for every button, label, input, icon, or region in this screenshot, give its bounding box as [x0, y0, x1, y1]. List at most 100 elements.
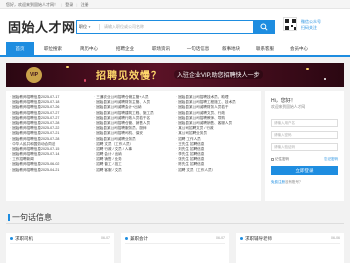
register-link[interactable]: 注册 — [81, 2, 89, 7]
oneline-card[interactable]: 求职辅导老师 06-06 — [236, 233, 344, 263]
card-date: 06-07 — [216, 236, 225, 240]
nav-item-resumes[interactable]: 简历中心 — [74, 42, 104, 55]
header: 固始人才网 职位▼ 请输入职位或公司名称 微信公众号 扫码关注 — [0, 9, 350, 42]
news-item-text: 固始县某公司招聘司机、保安 — [96, 131, 143, 136]
login-greeting: Hi，您好！ — [271, 98, 296, 104]
login-button[interactable]: 立即登录 — [271, 166, 338, 175]
search-icon — [259, 22, 268, 31]
remember-checkbox[interactable]: 记住密码 — [271, 157, 289, 162]
vip-badge-icon: VIP — [26, 67, 42, 83]
banner-subtitle: 入驻企业VIP,助您招聘快人一步 — [174, 70, 263, 79]
wechat-info: 微信公众号 扫码关注 — [301, 19, 321, 31]
news-column-3: ·固始县某公司招聘技术员、助理 ·固始县某公司招聘工程施工、技术员 ·固始县某公司诚… — [176, 95, 236, 173]
card-divider — [125, 243, 225, 244]
news-item-text: 固始教师招聘信息2025-07-22 — [12, 126, 60, 131]
news-item[interactable]: ·固始教师招聘信息2025-04-21 — [10, 168, 59, 173]
register-prompt: 免费注册没有账号？ — [271, 180, 303, 185]
banner-headline: 招聘见效慢？ — [96, 71, 162, 82]
divider: | — [61, 2, 63, 7]
forgot-password-link[interactable]: 忘记密码 — [324, 157, 338, 162]
search-button[interactable] — [252, 19, 275, 34]
news-item-text: 招聘 会计 / 出纳 — [96, 152, 122, 157]
oneline-card[interactable]: 求职司机 06-07 — [6, 233, 114, 263]
nav-item-plots[interactable]: 叙事地块 — [216, 42, 246, 55]
search-input[interactable]: 请输入职位或公司名称 — [104, 24, 144, 30]
news-item-text: 固始教师招聘信息2025-07-15 — [12, 146, 60, 151]
news-item-text: 招聘 文员（工作人员） — [96, 141, 134, 146]
card-title: 求职辅导老师 — [245, 235, 272, 241]
confetti-decoration — [66, 66, 69, 68]
news-item-text: 固始县某公司诚聘财务主管、人员 — [96, 100, 151, 105]
news-item-text: 中华人民共和国劳动合同法 — [12, 141, 56, 146]
card-divider — [240, 243, 340, 244]
news-item-text: 某公司招聘文员 / 行政 — [178, 126, 214, 131]
site-logo[interactable]: 固始人才网 — [8, 17, 76, 36]
news-item-text: 固始教师招聘信息2025-07-14 — [12, 152, 60, 157]
nav-item-home[interactable]: 首页 — [6, 42, 34, 55]
bullet-icon — [125, 237, 128, 240]
news-column-1: ·固始教师招聘信息2025-07-17 ·固始教师招聘信息2025-07-18 ·固… — [10, 95, 59, 173]
card-title: 兼职会计 — [130, 235, 148, 241]
news-item-text: 固始县某公司诚聘销售、客服人员 — [178, 120, 233, 125]
register-link[interactable]: 免费注册 — [271, 180, 285, 184]
section-title-text: 一句话信息 — [12, 213, 52, 222]
section-divider — [6, 223, 344, 224]
login-link[interactable]: 登录 — [65, 2, 73, 7]
news-item-text: 招聘 普工 / 技工 — [96, 162, 122, 167]
card-date: 06-06 — [331, 236, 340, 240]
news-item-text: 固始县某公司招聘服务员、厨师 — [96, 126, 147, 131]
news-item-text: 工作招聘新闻 — [12, 157, 34, 162]
remember-label: 记住密码 — [275, 157, 289, 161]
news-item-text: 固始县某公司招聘技术员、助理 — [178, 95, 229, 99]
oneline-card[interactable]: 兼职会计 06-07 — [121, 233, 229, 263]
news-item-text: 李先生 招聘信息 — [178, 152, 205, 157]
nav-item-oneline[interactable]: 一句话信息 — [182, 42, 214, 55]
news-item-text: 王先生 招聘信息 — [178, 141, 205, 146]
nav-item-companies[interactable]: 招聘企业 — [110, 42, 140, 55]
captcha-field[interactable]: 请输入验证码 — [271, 143, 338, 151]
bullet-icon — [240, 237, 243, 240]
search-divider — [99, 24, 100, 30]
news-item[interactable]: ·招聘 文员（工作人员） — [176, 168, 236, 173]
main-nav: 首页 职位搜索 简历中心 招聘企业 职场资讯 一句话信息 叙事地块 联系客服 会… — [0, 42, 350, 57]
qr-code-icon — [283, 17, 297, 31]
login-welcome: 欢迎来到固始人才网 — [271, 105, 306, 109]
news-item-text: 固始县某公司诚聘业务员 — [96, 136, 136, 141]
news-panel: ·固始教师招聘信息2025-07-17 ·固始教师招聘信息2025-07-18 ·固… — [6, 91, 261, 201]
register-prefix: 没有账号？ — [285, 180, 303, 184]
vip-banner[interactable]: VIP 招聘见效慢？ 入驻企业VIP,助您招聘快人一步 — [6, 63, 344, 87]
checkbox-icon — [271, 157, 274, 161]
news-item-text: 刘先生 招聘信息 — [178, 146, 205, 151]
news-item-text: 某公司招聘业务员 — [178, 131, 207, 136]
news-item-text: 固始县某公司招聘仓管、销售人员 — [96, 120, 151, 125]
username-field[interactable]: 请输入用户名 — [271, 119, 338, 127]
password-field[interactable]: 请输入密码 — [271, 131, 338, 139]
nav-item-contact[interactable]: 联系客服 — [250, 42, 280, 55]
news-item-text: 固始教师招聘信息2025-07-27 — [12, 115, 60, 120]
login-panel: Hi，您好！ 欢迎来到固始人才网 请输入用户名 请输入密码 请输入验证码 记住密… — [265, 91, 344, 201]
news-item-text: 固始教师招聘信息2025-04-21 — [12, 167, 60, 172]
news-item-text: 招聘 工作人员 — [178, 136, 201, 141]
news-item-text: 招聘 销售 / 业务 — [96, 157, 122, 162]
divider: | — [76, 2, 78, 7]
news-item-text: 固始县某公司诚聘行政人员若干名 — [96, 115, 151, 120]
news-item-text: 固始教师招聘信息2025-07-26 — [12, 105, 60, 110]
wechat-line2: 扫码关注 — [301, 25, 317, 30]
confetti-decoration — [306, 68, 309, 70]
greeting-text: 您好，欢迎来到固始人才网！ — [6, 2, 58, 7]
news-item-text: 固始县某公司招聘教师、导购 — [178, 115, 225, 120]
oneline-cards: 求职司机 06-07 兼职会计 06-07 求职辅导老师 06-06 — [6, 233, 344, 263]
nav-item-news[interactable]: 职场资讯 — [146, 42, 176, 55]
news-item-text: 固始教师招聘信息2025-06-02 — [12, 162, 60, 167]
news-item-text: 招聘 行政 / 文员 / 人事 — [96, 146, 132, 151]
news-item-text: 固始教师招聘信息2025-07-17 — [12, 95, 60, 99]
card-divider — [10, 243, 110, 244]
news-item-text: 固始教师招聘信息2025-07-28 — [12, 136, 60, 141]
news-item-text: 招聘 文员（工作人员） — [178, 167, 216, 172]
nav-item-member[interactable]: 会员中心 — [284, 42, 314, 55]
card-date: 06-07 — [101, 236, 110, 240]
news-item[interactable]: ·招聘 客服 / 文员 — [94, 168, 154, 173]
search-type-select[interactable]: 职位▼ — [79, 24, 91, 30]
news-item-text: 固始县某公司诚聘财务人员若干 — [178, 105, 229, 110]
nav-item-jobs[interactable]: 职位搜索 — [38, 42, 68, 55]
